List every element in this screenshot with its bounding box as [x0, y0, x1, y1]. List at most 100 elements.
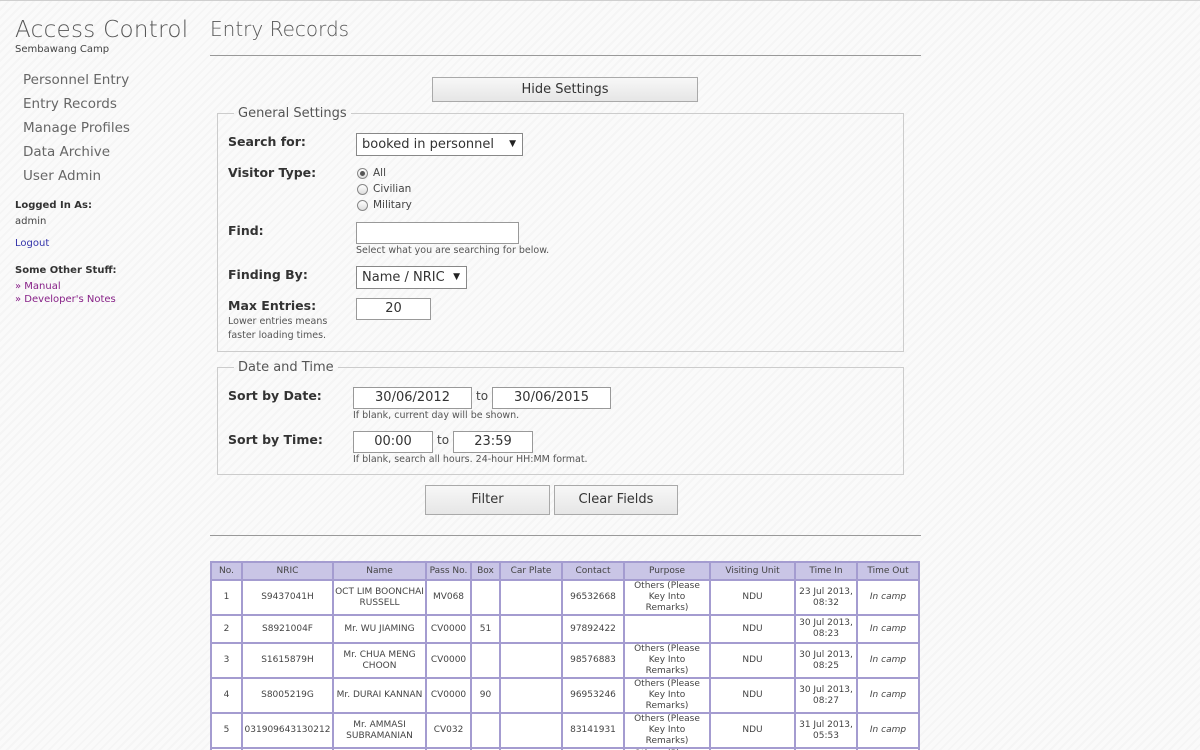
cell-time-in: 30 Jul 2013, 08:25	[794, 642, 858, 679]
cell-time-out: In camp	[856, 677, 920, 714]
cell-no: 3	[210, 642, 243, 679]
logged-in-label: Logged In As:	[15, 200, 92, 211]
page-title: Entry Records	[210, 17, 350, 41]
cell-box	[470, 579, 501, 616]
cell-time-in: 23 Jul 2013, 08:32	[794, 579, 858, 616]
finding-by-select[interactable]: Name / NRIC ▼	[356, 266, 467, 289]
divider-top	[210, 55, 921, 56]
cell-nric: S8921004F	[241, 614, 334, 644]
cell-name: Mr. WU JIAMING	[332, 614, 427, 644]
cell-time-in: 30 Jul 2013, 08:23	[794, 614, 858, 644]
cell-box	[470, 642, 501, 679]
cell-visiting-unit: NDU	[709, 579, 796, 616]
logged-in-user: admin	[15, 216, 47, 227]
table-header-row: No. NRIC Name Pass No. Box Car Plate Con…	[210, 561, 920, 581]
date-note: If blank, current day will be shown.	[353, 410, 520, 421]
time-note: If blank, search all hours. 24-hour HH:M…	[353, 454, 588, 465]
max-entries-note-1: Lower entries means	[228, 316, 328, 327]
col-header-car-plate[interactable]: Car Plate	[499, 561, 563, 581]
app-subtitle: Sembawang Camp	[15, 44, 110, 55]
clear-fields-button[interactable]: Clear Fields	[554, 485, 678, 515]
time-to-separator: to	[437, 433, 450, 447]
col-header-time-in[interactable]: Time In	[794, 561, 858, 581]
visitor-type-military[interactable]: Military	[357, 199, 412, 211]
finding-by-value: Name / NRIC	[362, 270, 445, 285]
find-input[interactable]	[356, 222, 519, 244]
cell-car-plate	[499, 677, 563, 714]
cell-purpose: Others (Please Key Into Remarks)	[623, 677, 711, 714]
col-header-nric[interactable]: NRIC	[241, 561, 334, 581]
radio-military[interactable]	[357, 199, 368, 211]
search-for-select[interactable]: booked in personnel ▼	[356, 133, 523, 156]
divider-bottom	[210, 535, 921, 536]
cell-contact: 98576883	[561, 642, 625, 679]
logout-link[interactable]: Logout	[15, 238, 200, 249]
cell-name: OCT LIM BOONCHAI RUSSELL	[332, 579, 427, 616]
table-row[interactable]: 2 S8921004F Mr. WU JIAMING CV0000 51 97892422…	[210, 614, 920, 644]
hide-settings-button[interactable]: Hide Settings	[432, 77, 698, 102]
other-stuff: Some Other Stuff: » Manual » Developer's…	[15, 265, 200, 305]
filter-button[interactable]: Filter	[425, 485, 550, 515]
cell-box: 51	[470, 614, 501, 644]
cell-nric: S8005219G	[241, 677, 334, 714]
cell-pass-no: MV068	[425, 579, 472, 616]
cell-visiting-unit: NDU	[709, 614, 796, 644]
cell-no: 5	[210, 712, 243, 749]
cell-pass-no: CV0000	[425, 677, 472, 714]
sort-by-date-label: Sort by Date:	[228, 388, 322, 403]
radio-civilian[interactable]	[357, 183, 368, 195]
cell-visiting-unit: NDU	[709, 642, 796, 679]
time-from-input[interactable]: 00:00	[353, 431, 433, 453]
date-to-input[interactable]: 30/06/2015	[492, 387, 611, 409]
cell-contact: 83141931	[561, 712, 625, 749]
date-from-input[interactable]: 30/06/2012	[353, 387, 472, 409]
radio-civilian-label: Civilian	[373, 183, 412, 195]
developer-notes-link[interactable]: » Developer's Notes	[15, 294, 200, 305]
cell-pass-no: CV032	[425, 712, 472, 749]
radio-all[interactable]	[357, 167, 368, 179]
col-header-pass-no[interactable]: Pass No.	[425, 561, 472, 581]
cell-purpose: Others (Please Key Into Remarks)	[623, 712, 711, 749]
cell-contact: 96953246	[561, 677, 625, 714]
general-settings-legend: General Settings	[238, 106, 347, 121]
col-header-purpose[interactable]: Purpose	[623, 561, 711, 581]
cell-time-out: In camp	[856, 642, 920, 679]
search-for-label: Search for:	[228, 134, 306, 149]
visitor-type-civilian[interactable]: Civilian	[357, 183, 411, 195]
col-header-box[interactable]: Box	[470, 561, 501, 581]
cell-car-plate	[499, 579, 563, 616]
nav-item-user-admin[interactable]: User Admin	[15, 164, 200, 188]
col-header-visiting-unit[interactable]: Visiting Unit	[709, 561, 796, 581]
col-header-name[interactable]: Name	[332, 561, 427, 581]
table-row[interactable]: 5 031909643130212 Mr. AMMASI SUBRAMANIAN CV…	[210, 712, 920, 749]
table-row[interactable]: 4 S8005219G Mr. DURAI KANNAN CV0000 90 969532…	[210, 677, 920, 714]
find-label: Find:	[228, 223, 264, 238]
time-to-input[interactable]: 23:59	[453, 431, 533, 453]
visitor-type-all[interactable]: All	[357, 167, 386, 179]
cell-no: 1	[210, 579, 243, 616]
table-row[interactable]: 1 S9437041H OCT LIM BOONCHAI RUSSELL MV068 9…	[210, 579, 920, 616]
cell-purpose: Others (Please Key Into Remarks)	[623, 642, 711, 679]
cell-no: 4	[210, 677, 243, 714]
nav-item-data-archive[interactable]: Data Archive	[15, 140, 200, 164]
radio-military-label: Military	[373, 199, 412, 211]
nav-item-entry-records[interactable]: Entry Records	[15, 92, 200, 116]
col-header-contact[interactable]: Contact	[561, 561, 625, 581]
col-header-time-out[interactable]: Time Out	[856, 561, 920, 581]
cell-name: Mr. CHUA MENG CHOON	[332, 642, 427, 679]
table-row[interactable]: 3 S1615879H Mr. CHUA MENG CHOON CV0000 98576…	[210, 642, 920, 679]
sort-by-time-label: Sort by Time:	[228, 432, 323, 447]
nav-item-personnel-entry[interactable]: Personnel Entry	[15, 68, 200, 92]
cell-purpose: Others (Please Key Into Remarks)	[623, 579, 711, 616]
date-time-legend: Date and Time	[238, 360, 334, 375]
nav-item-manage-profiles[interactable]: Manage Profiles	[15, 116, 200, 140]
max-entries-input[interactable]: 20	[356, 298, 431, 320]
dropdown-arrow-icon: ▼	[453, 272, 460, 282]
manual-link[interactable]: » Manual	[15, 281, 200, 292]
dropdown-arrow-icon: ▼	[509, 139, 516, 149]
finding-by-label: Finding By:	[228, 267, 308, 282]
date-to-separator: to	[476, 389, 489, 403]
cell-car-plate	[499, 642, 563, 679]
entry-records-table: No. NRIC Name Pass No. Box Car Plate Con…	[210, 561, 920, 750]
col-header-no[interactable]: No.	[210, 561, 243, 581]
